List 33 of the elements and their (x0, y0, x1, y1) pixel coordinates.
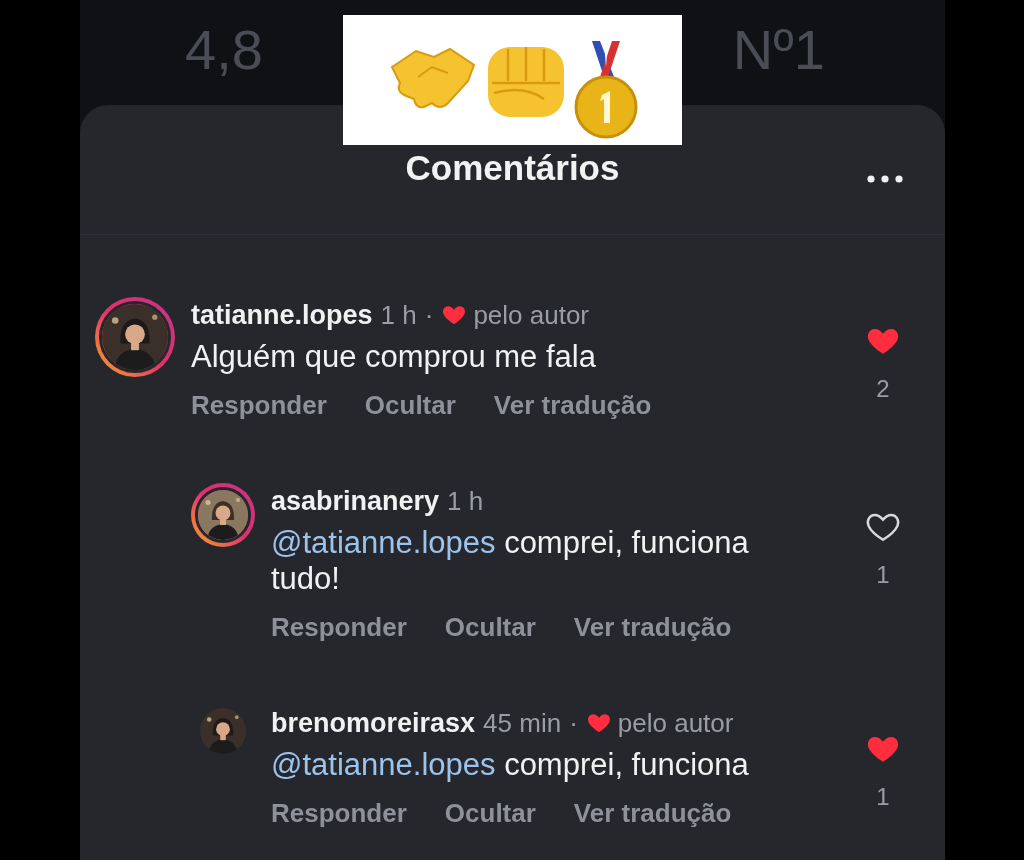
comment-action[interactable]: Responder (191, 389, 327, 421)
mention-link[interactable]: @tatianne.lopes (271, 525, 496, 560)
stat-value: 4,8 (185, 17, 263, 83)
like-count: 2 (876, 374, 890, 404)
username[interactable]: tatianne.lopes (191, 297, 373, 333)
username[interactable]: asabrinanery (271, 483, 440, 519)
separator-dot: · (424, 299, 434, 332)
comment-action[interactable]: Ver tradução (573, 797, 732, 829)
comment-text: Alguém que comprou me fala (191, 339, 597, 375)
comment-action[interactable]: Ver tradução (493, 389, 652, 421)
author-like-label: pelo autor (473, 299, 590, 332)
comment-text: @tatianne.lopes comprei, funciona tudo! (271, 525, 750, 597)
sheet-title: Comentários (405, 147, 620, 190)
avatar-ring[interactable] (197, 705, 249, 757)
more-icon[interactable] (867, 175, 903, 183)
comment-action[interactable]: Ocultar (444, 797, 536, 829)
like-button[interactable] (865, 511, 901, 543)
comment-action[interactable]: Ocultar (364, 389, 456, 421)
comment-time: 1 h (380, 299, 417, 332)
mention-link[interactable]: @tatianne.lopes (271, 747, 496, 782)
comment-action[interactable]: Ver tradução (573, 611, 732, 643)
comment-text: @tatianne.lopes comprei, funciona (271, 747, 750, 783)
comment-time: 1 h (447, 485, 484, 518)
comment-action[interactable]: Ocultar (444, 611, 536, 643)
like-count: 1 (876, 782, 890, 812)
username[interactable]: brenomoreirasx (271, 705, 476, 741)
stat-value: Nº1 (732, 17, 825, 83)
separator-dot: · (569, 707, 578, 740)
like-count: 1 (876, 560, 890, 590)
author-like-label: pelo autor (617, 707, 734, 740)
comment-action[interactable]: Responder (271, 797, 407, 829)
comment-action[interactable]: Responder (271, 611, 407, 643)
comment-time: 45 min (483, 707, 562, 740)
